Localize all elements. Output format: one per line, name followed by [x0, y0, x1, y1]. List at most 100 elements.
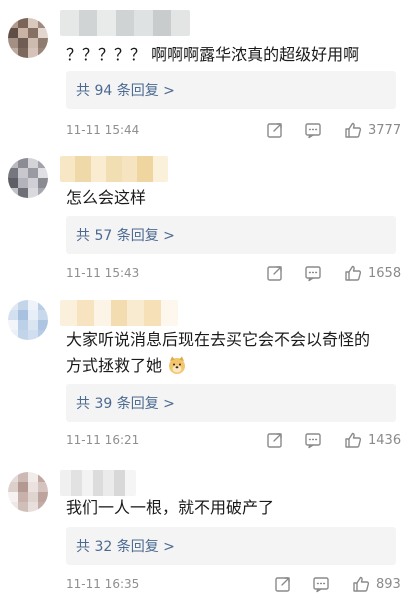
username-mosaic-block	[114, 470, 126, 496]
comment-icon[interactable]	[300, 428, 326, 452]
username-blurred[interactable]	[60, 156, 168, 182]
thumbs-up-icon[interactable]	[340, 118, 366, 142]
comment-text: 我们一人一根，就不用破产了	[66, 498, 275, 517]
username-mosaic-block	[127, 300, 145, 326]
comment-text: 怎么会这样	[66, 188, 147, 207]
username-mosaic-block	[134, 10, 153, 36]
avatar[interactable]	[8, 300, 48, 340]
avatar-pixel	[8, 502, 18, 512]
comment-item: ？？？？？ 啊啊啊露华浓真的超级好用啊 共 94 条回复 > 11-11 15:…	[0, 0, 406, 150]
comment-icon[interactable]	[300, 118, 326, 142]
comment-item: 大家听说消息后现在去买它会不会以奇怪的 方式拯救了她 共 39 条回复 > 11…	[0, 290, 406, 458]
avatar-pixel	[38, 48, 48, 58]
avatar-pixel	[28, 48, 38, 58]
avatar-pixel	[28, 502, 38, 512]
username-mosaic-block	[75, 156, 91, 182]
like-count: 1436	[368, 432, 402, 448]
username-mosaic-block	[81, 470, 93, 496]
avatar-pixel	[8, 28, 18, 38]
avatar-pixel	[8, 492, 18, 502]
username-mosaic-block	[171, 10, 190, 36]
avatar-pixel	[18, 48, 28, 58]
like-count: 3777	[368, 122, 402, 138]
username-mosaic-block	[152, 156, 168, 182]
avatar-pixel	[28, 482, 38, 492]
timestamp: 11-11 15:43	[66, 266, 140, 280]
avatar-pixel	[28, 28, 38, 38]
avatar-pixel	[38, 18, 48, 28]
timestamp: 11-11 15:44	[66, 123, 140, 137]
avatar-pixel	[28, 18, 38, 28]
avatar-pixel	[38, 168, 48, 178]
username-mosaic-block	[60, 156, 76, 182]
username-blurred[interactable]	[60, 470, 136, 496]
avatar-pixel	[18, 18, 28, 28]
share-icon[interactable]	[262, 261, 288, 285]
username-mosaic-block	[125, 470, 136, 496]
thumbs-up-icon[interactable]	[340, 428, 366, 452]
username-mosaic-block	[97, 10, 116, 36]
avatar-pixel	[18, 502, 28, 512]
avatar-pixel	[28, 300, 38, 310]
username-mosaic-block	[137, 156, 153, 182]
like-count: 893	[376, 576, 401, 592]
avatar-pixel	[28, 310, 38, 320]
comment-text: 大家听说消息后现在去买它会不会以奇怪的 方式拯救了她	[66, 327, 396, 379]
replies-button[interactable]: 共 57 条回复 >	[66, 216, 396, 254]
avatar-pixel	[18, 472, 28, 482]
avatar-pixel	[38, 310, 48, 320]
avatar[interactable]	[8, 18, 48, 58]
avatar[interactable]	[8, 158, 48, 198]
doge-emoji-icon	[167, 355, 187, 375]
avatar-pixel	[38, 502, 48, 512]
thumbs-up-icon[interactable]	[348, 572, 374, 596]
comment-text-content: 大家听说消息后现在去买它会不会以奇怪的 方式拯救了她	[66, 330, 371, 375]
avatar-pixel	[8, 18, 18, 28]
username-blurred[interactable]	[60, 10, 190, 36]
replies-label: 共 57 条回复 >	[76, 228, 175, 244]
avatar-pixel	[38, 330, 48, 340]
username-mosaic-block	[70, 470, 82, 496]
username-mosaic-block	[103, 470, 115, 496]
comment-icon[interactable]	[300, 261, 326, 285]
username-mosaic-block	[106, 156, 122, 182]
comment-icon[interactable]	[308, 572, 334, 596]
avatar-pixel	[8, 300, 18, 310]
avatar-pixel	[28, 158, 38, 168]
username-blurred[interactable]	[60, 300, 178, 326]
avatar-pixel	[8, 158, 18, 168]
avatar-pixel	[8, 188, 18, 198]
avatar-pixel	[28, 320, 38, 330]
avatar-pixel	[38, 188, 48, 198]
comment-meta: 11-11 15:44 3777	[66, 118, 406, 142]
avatar-pixel	[8, 330, 18, 340]
username-mosaic-block	[121, 156, 138, 182]
replies-button[interactable]: 共 32 条回复 >	[66, 527, 396, 565]
avatar-pixel	[18, 300, 28, 310]
avatar-pixel	[38, 482, 48, 492]
avatar-pixel	[28, 492, 38, 502]
avatar-pixel	[18, 188, 28, 198]
avatar-pixel	[8, 472, 18, 482]
replies-button[interactable]: 共 39 条回复 >	[66, 384, 396, 422]
replies-button[interactable]: 共 94 条回复 >	[66, 71, 396, 109]
username-mosaic-block	[161, 300, 178, 326]
avatar-pixel	[8, 310, 18, 320]
avatar-pixel	[28, 472, 38, 482]
comment-meta: 11-11 16:35 893	[66, 572, 406, 596]
username-mosaic-block	[76, 300, 94, 326]
share-icon[interactable]	[262, 428, 288, 452]
comment-meta: 11-11 15:43 1658	[66, 261, 406, 285]
avatar-pixel	[38, 38, 48, 48]
avatar-pixel	[18, 168, 28, 178]
thumbs-up-icon[interactable]	[340, 261, 366, 285]
share-icon[interactable]	[270, 572, 296, 596]
avatar-pixel	[18, 330, 28, 340]
avatar[interactable]	[8, 472, 48, 512]
avatar-pixel	[38, 320, 48, 330]
share-icon[interactable]	[262, 118, 288, 142]
avatar-pixel	[38, 28, 48, 38]
replies-label: 共 94 条回复 >	[76, 83, 175, 99]
avatar-pixel	[18, 310, 28, 320]
avatar-pixel	[8, 320, 18, 330]
